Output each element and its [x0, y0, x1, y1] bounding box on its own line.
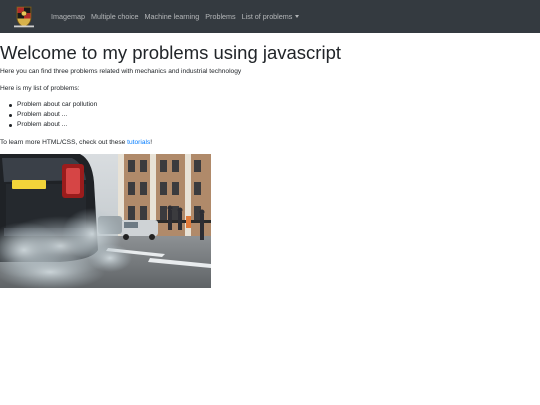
- intro-text: Here you can find three problems related…: [0, 68, 242, 75]
- dropdown-label: List of problems: [241, 12, 293, 21]
- nav-problems[interactable]: Problems: [205, 12, 235, 21]
- nav-list-of-problems-dropdown[interactable]: List of problems: [242, 12, 300, 21]
- learn-more-text: To learn more HTML/CSS, check out these …: [0, 139, 152, 147]
- tutorials-link[interactable]: tutorials: [127, 139, 150, 146]
- crest-logo-icon: [8, 4, 40, 29]
- nav-multiple-choice[interactable]: Multiple choice: [91, 12, 139, 21]
- brand-logo[interactable]: [8, 4, 40, 29]
- page-title: Welcome to my problems using javascript: [0, 42, 342, 63]
- nav-menu: Imagemap Multiple choice Machine learnin…: [51, 0, 305, 33]
- problem-item-car-pollution: Problem about car pollution: [8, 101, 98, 108]
- list-heading: Here is my list of problems:: [0, 85, 80, 92]
- problem-item-2: Problem about ...: [8, 111, 68, 118]
- problem-item-3: Problem about ...: [8, 121, 68, 128]
- navbar: Imagemap Multiple choice Machine learnin…: [0, 0, 540, 33]
- learn-more-suffix: !: [150, 139, 153, 146]
- car-exhaust-photo: [0, 154, 211, 288]
- caret-down-icon: [295, 15, 300, 18]
- nav-imagemap[interactable]: Imagemap: [51, 12, 85, 21]
- learn-more-prefix: To learn more HTML/CSS, check out these: [0, 139, 128, 146]
- nav-machine-learning[interactable]: Machine learning: [145, 12, 200, 21]
